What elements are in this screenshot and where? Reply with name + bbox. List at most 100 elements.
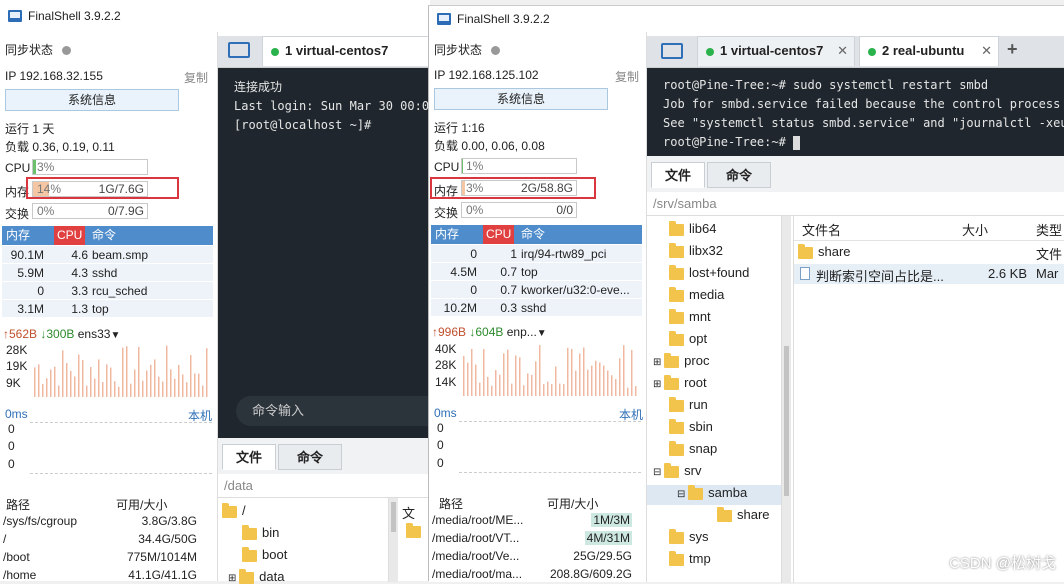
disk-path[interactable]: / [3, 532, 6, 546]
net-bar [146, 370, 148, 397]
tab-real-ubuntu[interactable]: 2 real-ubuntu ✕ [859, 36, 999, 66]
tree-item-selected[interactable]: ⊟ samba [647, 484, 787, 505]
net-bar [487, 376, 489, 396]
net-bar [202, 385, 204, 397]
finalshell-window-2: FinalShell 3.9.2.2 同步状态 IP 192.168.125.1… [428, 5, 1064, 583]
tree-item[interactable]: snap [669, 440, 717, 456]
tree-item[interactable]: run [669, 396, 708, 412]
disk-path[interactable]: /media/root/VT... [432, 531, 519, 545]
title-bar: FinalShell 3.9.2.2 [0, 0, 430, 32]
tree-item[interactable]: bin [242, 524, 279, 540]
tree-item[interactable]: mnt [669, 308, 711, 324]
net-bar [507, 349, 509, 396]
disk-header-size: 可用/大小 [116, 498, 168, 512]
disk-path[interactable]: /media/root/ME... [432, 513, 523, 527]
tab-files[interactable]: 文件 [222, 444, 276, 470]
terminal[interactable]: 连接成功 Last login: Sun Mar 30 00:05 [root@… [218, 68, 436, 438]
net-interface-select[interactable]: ens33 [78, 327, 111, 341]
col-type[interactable]: 类型 [1036, 220, 1062, 239]
file-col-name[interactable]: 文 [402, 503, 415, 522]
latency-tick: 0 [437, 438, 444, 452]
disk-path[interactable]: /media/root/ma... [432, 567, 522, 581]
tab-files[interactable]: 文件 [651, 162, 705, 188]
tree-item[interactable]: libx32 [669, 242, 723, 258]
table-row[interactable]: 3.1M 1.3 top [2, 300, 213, 318]
tree-item[interactable]: opt [669, 330, 707, 346]
disk-path[interactable]: /media/root/Ve... [432, 549, 519, 563]
disk-path[interactable]: /sys/fs/cgroup [3, 514, 77, 528]
net-interface-select[interactable]: enp... [507, 325, 537, 339]
disk-path[interactable]: /boot [3, 550, 30, 564]
net-bar [42, 383, 44, 397]
system-info-button[interactable]: 系统信息 [434, 88, 608, 110]
disk-size: 208.8G/609.2G [549, 567, 632, 581]
tab-virtual-centos7[interactable]: 1 virtual-centos7 ✕ [697, 36, 855, 66]
tree-item[interactable]: ⊞ root [653, 374, 707, 390]
file-tab-bar: 文件 命令 [647, 156, 1064, 192]
file-row-selected[interactable]: 判断索引空间占比是... 2.6 KB Mar [794, 264, 1064, 284]
tree-item[interactable]: lost+found [669, 264, 749, 280]
tab-virtual-centos7[interactable]: 1 virtual-centos7 [262, 36, 432, 66]
file-pane: lib64 libx32 lost+found media mnt opt ⊞ … [647, 215, 1064, 583]
folder-open-icon[interactable] [228, 42, 250, 58]
net-bar [142, 380, 144, 397]
process-table-header[interactable]: 内存 CPU 命令 [431, 225, 642, 244]
tree-item[interactable]: ⊞ proc [653, 352, 709, 368]
process-table-header[interactable]: 内存 CPU 命令 [2, 226, 213, 245]
table-row[interactable]: 4.5M 0.7 top [431, 263, 642, 281]
net-bar [571, 348, 573, 396]
path-bar[interactable]: /srv/samba [653, 196, 717, 211]
net-bar [515, 355, 517, 396]
table-row[interactable]: 90.1M 4.6 beam.smp [2, 246, 213, 264]
scrollbar[interactable] [781, 216, 791, 583]
terminal[interactable]: root@Pine-Tree:~# sudo systemctl restart… [647, 68, 1064, 156]
tree-item[interactable]: share [717, 506, 770, 522]
net-bar [134, 369, 136, 397]
system-info-button[interactable]: 系统信息 [5, 89, 179, 111]
disk-path[interactable]: /home [3, 568, 36, 582]
net-bar [118, 386, 120, 397]
table-row[interactable]: 0 0.7 kworker/u32:0-eve... [431, 281, 642, 299]
table-row[interactable]: 0 3.3 rcu_sched [2, 282, 213, 300]
folder-icon [242, 546, 257, 562]
net-bar [631, 349, 633, 396]
net-bar [527, 373, 529, 396]
latency-ms: 0ms [5, 407, 28, 421]
net-bar [182, 374, 184, 397]
copy-button[interactable]: 复制 [184, 69, 208, 86]
net-tick: 28K [435, 358, 457, 372]
table-row[interactable]: 10.2M 0.3 sshd [431, 299, 642, 317]
connected-dot-icon [706, 47, 714, 56]
scrollbar[interactable] [388, 498, 398, 582]
command-input[interactable]: 命令输入 [236, 396, 430, 426]
tree-item[interactable]: tmp [669, 550, 711, 566]
tree-item[interactable]: boot [242, 546, 287, 562]
tree-item[interactable]: ⊞ data [228, 568, 284, 584]
net-bar [615, 379, 617, 396]
tree-item[interactable]: ⊟ srv [653, 462, 702, 478]
tree-item-root[interactable]: / [222, 502, 246, 518]
tree-item[interactable]: media [669, 286, 724, 302]
table-row[interactable]: 5.9M 4.3 sshd [2, 264, 213, 282]
net-bar [58, 385, 60, 397]
net-bar [627, 387, 629, 396]
file-row[interactable]: share [798, 243, 851, 259]
tree-item[interactable]: sbin [669, 418, 713, 434]
tree-item[interactable]: lib64 [669, 220, 716, 236]
tab-commands[interactable]: 命令 [278, 444, 342, 470]
col-filename[interactable]: 文件名 [802, 220, 841, 239]
disk-size: 25G/29.5G [573, 549, 632, 563]
tree-item[interactable]: sys [669, 528, 709, 544]
connected-dot-icon [271, 47, 279, 56]
net-speed: ↑996B ↓604B enp...▼ [432, 325, 547, 339]
col-size[interactable]: 大小 [962, 220, 988, 239]
copy-button[interactable]: 复制 [615, 68, 639, 85]
table-row[interactable]: 0 1 irq/94-rtw89_pci [431, 245, 642, 263]
net-bar [607, 370, 609, 396]
folder-open-icon[interactable] [661, 43, 683, 59]
net-tick: 14K [435, 375, 457, 389]
path-bar[interactable]: /data [224, 478, 253, 493]
add-tab-icon[interactable]: + [1007, 39, 1018, 60]
latency-tick: 0 [8, 439, 15, 453]
tab-commands[interactable]: 命令 [707, 162, 771, 188]
